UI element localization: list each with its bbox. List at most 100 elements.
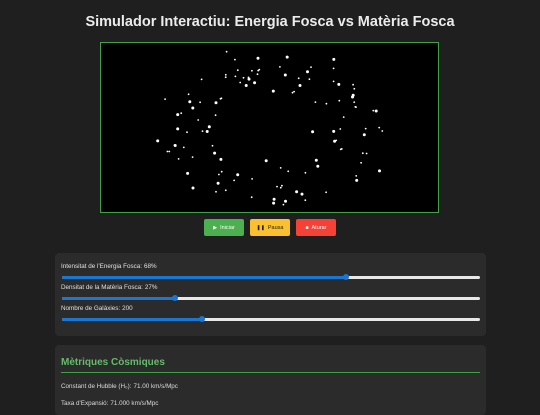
galaxy-particle bbox=[247, 76, 250, 79]
galaxy-particle bbox=[191, 106, 195, 110]
galaxy-particle bbox=[337, 82, 341, 86]
pause-button[interactable]: ❚❚ Pausa bbox=[250, 219, 290, 236]
galaxy-particle bbox=[250, 196, 253, 199]
galaxy-particle bbox=[213, 151, 217, 155]
galaxy-particle bbox=[308, 78, 311, 81]
galaxy-particle bbox=[381, 130, 384, 132]
galaxy-particle bbox=[191, 186, 195, 190]
galaxy-particle bbox=[271, 89, 275, 93]
galaxy-particle bbox=[272, 201, 276, 205]
galaxy-particle bbox=[300, 192, 304, 196]
galaxy-particle bbox=[224, 189, 227, 192]
galaxy-particle bbox=[351, 93, 355, 97]
galaxy-particle bbox=[285, 55, 288, 58]
dark-matter-label: Densitat de la Matèria Fosca: 27% bbox=[61, 284, 480, 291]
galaxy-particle bbox=[276, 185, 278, 188]
galaxy-particle bbox=[325, 191, 327, 194]
galaxy-particle bbox=[156, 139, 160, 143]
galaxy-particle bbox=[364, 127, 367, 130]
galaxy-particle bbox=[234, 75, 237, 78]
dark-energy-slider-thumb[interactable] bbox=[343, 274, 350, 280]
galaxy-particle bbox=[332, 67, 335, 70]
galaxy-particle bbox=[295, 190, 299, 194]
galaxy-particle bbox=[251, 178, 254, 180]
galaxy-count-slider-row: Nombre de Galàxies: 200 bbox=[61, 305, 480, 326]
galaxy-particle bbox=[353, 101, 356, 103]
stop-button-label: Aturar bbox=[311, 224, 327, 231]
simulation-controls: ▶ Iniciar ❚❚ Pausa ■ Aturar bbox=[0, 219, 540, 236]
galaxy-particle bbox=[353, 87, 356, 90]
galaxy-particle bbox=[220, 97, 223, 100]
galaxy-particle bbox=[218, 173, 220, 176]
expansion-rate-value: 71.000 km/s/Mpc bbox=[110, 400, 159, 407]
stop-button[interactable]: ■ Aturar bbox=[296, 219, 336, 236]
galaxy-particle bbox=[291, 91, 294, 94]
stop-icon: ■ bbox=[305, 224, 309, 231]
galaxy-count-label: Nombre de Galàxies: 200 bbox=[61, 305, 480, 312]
galaxy-particle bbox=[191, 156, 194, 158]
dark-matter-slider-thumb[interactable] bbox=[171, 295, 178, 301]
galaxy-particle bbox=[176, 127, 180, 131]
galaxy-particle bbox=[284, 199, 287, 203]
galaxy-particle bbox=[325, 102, 328, 105]
metrics-heading: Mètriques Còsmiques bbox=[61, 357, 480, 373]
galaxy-particle bbox=[332, 129, 336, 133]
dark-matter-slider-row: Densitat de la Matèria Fosca: 27% bbox=[61, 284, 480, 305]
galaxy-particle bbox=[220, 170, 223, 173]
start-button-label: Iniciar bbox=[220, 224, 235, 231]
hubble-constant-metric: Constant de Hubble (H₀): 71.00 km/s/Mpc bbox=[61, 383, 480, 390]
galaxy-particle bbox=[374, 109, 378, 113]
galaxy-particle bbox=[187, 93, 190, 96]
dark-energy-slider[interactable] bbox=[62, 274, 480, 280]
galaxy-particle bbox=[287, 170, 290, 173]
simulation-canvas[interactable] bbox=[100, 42, 439, 213]
galaxy-particle bbox=[378, 169, 381, 173]
pause-icon: ❚❚ bbox=[256, 224, 265, 231]
galaxy-particle bbox=[362, 133, 366, 137]
expansion-rate-label: Taxa d'Expansió: bbox=[61, 400, 109, 407]
galaxy-particle bbox=[186, 131, 188, 134]
galaxy-particle bbox=[311, 130, 315, 134]
galaxy-particle bbox=[177, 158, 180, 160]
dark-energy-label: Intensitat de l'Energia Fosca: 68% bbox=[61, 263, 480, 270]
galaxy-particle bbox=[214, 114, 217, 117]
galaxy-particle bbox=[355, 178, 359, 182]
galaxy-particle bbox=[360, 161, 362, 164]
galaxy-particle bbox=[272, 197, 276, 201]
galaxy-particle bbox=[242, 76, 245, 79]
galaxy-particle bbox=[281, 184, 283, 187]
galaxy-particle bbox=[201, 130, 204, 132]
dark-energy-label-text: Intensitat de l'Energia Fosca: bbox=[61, 263, 143, 270]
galaxy-particle bbox=[211, 144, 214, 147]
galaxy-particle bbox=[224, 73, 227, 76]
galaxy-particle bbox=[279, 66, 281, 68]
galaxy-particle bbox=[234, 58, 236, 61]
galaxy-particle bbox=[378, 126, 381, 129]
galaxy-particle bbox=[236, 173, 240, 177]
galaxy-particle bbox=[339, 128, 342, 130]
dark-energy-slider-fill bbox=[62, 276, 347, 279]
galaxy-particle bbox=[244, 84, 248, 87]
expansion-rate-metric: Taxa d'Expansió: 71.000 km/s/Mpc bbox=[61, 400, 480, 407]
galaxy-count-slider-fill bbox=[62, 318, 203, 321]
galaxy-count-slider[interactable] bbox=[62, 316, 480, 322]
galaxy-particle bbox=[297, 77, 300, 80]
galaxy-count-slider-thumb[interactable] bbox=[199, 316, 206, 322]
galaxy-particle bbox=[200, 78, 203, 81]
galaxy-particle bbox=[332, 80, 335, 83]
dark-matter-slider[interactable] bbox=[62, 295, 480, 301]
galaxy-field bbox=[156, 50, 384, 206]
page-title: Simulador Interactiu: Energia Fosca vs M… bbox=[85, 14, 455, 30]
galaxy-particle bbox=[197, 119, 200, 121]
hubble-constant-label: Constant de Hubble (H₀): bbox=[61, 383, 132, 390]
galaxy-count-value: 200 bbox=[122, 305, 133, 312]
start-button[interactable]: ▶ Iniciar bbox=[204, 219, 244, 236]
galaxy-particle bbox=[199, 101, 201, 104]
galaxy-particle bbox=[251, 69, 253, 72]
galaxy-particle bbox=[340, 148, 343, 150]
galaxy-particle bbox=[256, 56, 260, 60]
galaxy-particle bbox=[365, 152, 368, 155]
play-icon: ▶ bbox=[213, 224, 218, 231]
galaxy-particle bbox=[236, 69, 239, 72]
galaxy-particle bbox=[352, 83, 354, 86]
